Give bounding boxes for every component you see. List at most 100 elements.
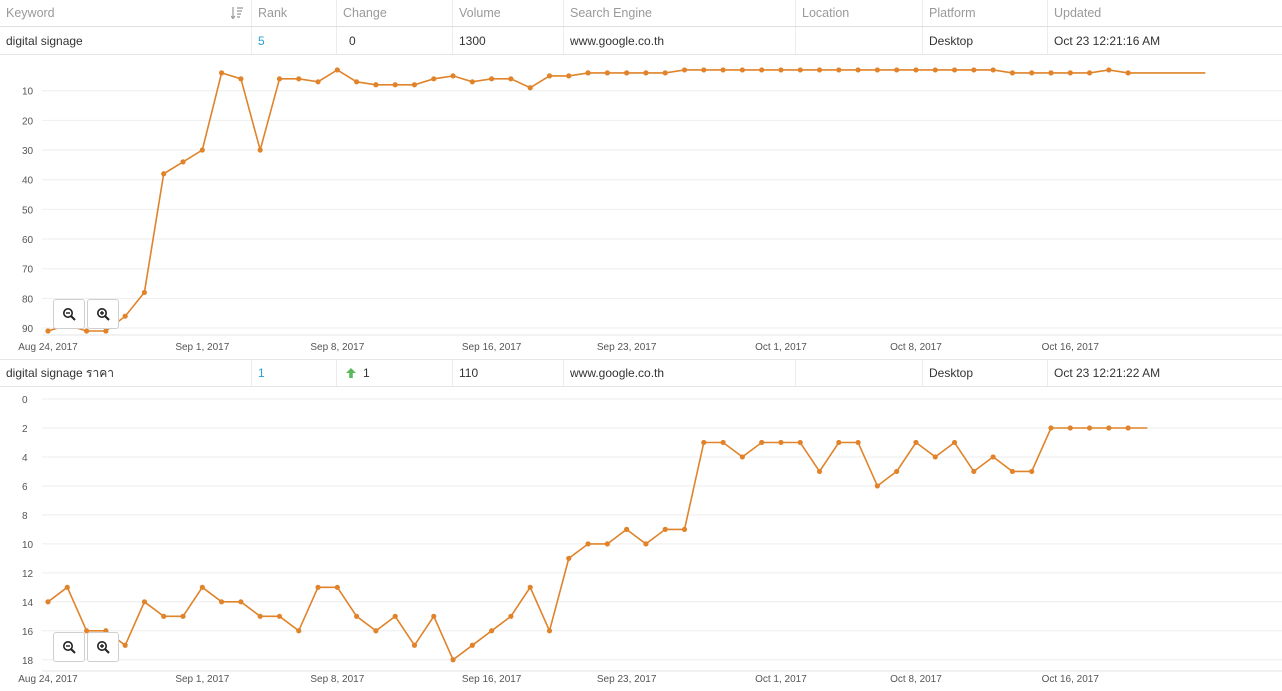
data-point[interactable] <box>1086 70 1093 76</box>
data-point[interactable] <box>932 67 938 73</box>
data-point[interactable] <box>141 599 148 605</box>
header-volume[interactable]: Volume <box>453 0 564 26</box>
data-point[interactable] <box>1086 425 1093 431</box>
data-point[interactable] <box>1029 70 1035 76</box>
data-point[interactable] <box>720 67 726 73</box>
data-point[interactable] <box>701 439 707 446</box>
data-point[interactable] <box>276 613 283 619</box>
data-point[interactable] <box>45 328 51 334</box>
rank-link[interactable]: 5 <box>258 34 265 48</box>
data-point[interactable] <box>1067 425 1073 431</box>
sort-descending-icon[interactable] <box>231 6 243 20</box>
data-point[interactable] <box>238 599 244 605</box>
zoom-out-button[interactable] <box>53 299 85 329</box>
data-point[interactable] <box>585 70 591 76</box>
data-point[interactable] <box>489 76 495 82</box>
data-point[interactable] <box>469 642 475 648</box>
data-point[interactable] <box>624 526 630 532</box>
data-point[interactable] <box>1125 70 1131 76</box>
rank-history-chart[interactable]: 10 20 30 40 50 60 70 80 90 Aug 24, 2017 Sep 1, 201… <box>0 56 1282 358</box>
data-point[interactable] <box>411 642 418 648</box>
data-point[interactable] <box>450 73 456 79</box>
data-point[interactable] <box>913 439 919 446</box>
data-point[interactable] <box>624 70 630 76</box>
data-point[interactable] <box>218 70 225 76</box>
data-point[interactable] <box>643 70 649 76</box>
data-point[interactable] <box>971 67 977 73</box>
data-point[interactable] <box>373 82 379 88</box>
data-point[interactable] <box>315 584 321 590</box>
data-point[interactable] <box>913 67 919 73</box>
data-point[interactable] <box>296 76 302 82</box>
data-point[interactable] <box>334 67 340 73</box>
data-point[interactable] <box>238 76 244 82</box>
data-point[interactable] <box>489 628 495 634</box>
data-point[interactable] <box>276 76 283 82</box>
data-point[interactable] <box>354 613 360 619</box>
data-point[interactable] <box>1048 425 1054 431</box>
rank-link[interactable]: 1 <box>258 366 265 380</box>
header-rank[interactable]: Rank <box>252 0 337 26</box>
data-point[interactable] <box>527 85 533 91</box>
data-point[interactable] <box>951 67 958 73</box>
data-point[interactable] <box>122 313 128 319</box>
table-row[interactable]: digital signage 5 0 1300 www.google.co.t… <box>0 27 1282 55</box>
data-point[interactable] <box>894 468 900 475</box>
data-point[interactable] <box>701 67 707 73</box>
data-point[interactable] <box>662 526 668 532</box>
data-point[interactable] <box>469 79 475 85</box>
data-point[interactable] <box>64 584 70 590</box>
data-point[interactable] <box>199 584 205 590</box>
data-point[interactable] <box>1048 70 1054 76</box>
data-point[interactable] <box>816 67 823 73</box>
data-point[interactable] <box>122 642 128 648</box>
header-platform[interactable]: Platform <box>923 0 1048 26</box>
data-point[interactable] <box>894 67 900 73</box>
data-point[interactable] <box>83 328 90 334</box>
data-point[interactable] <box>431 76 437 82</box>
data-point[interactable] <box>546 628 553 634</box>
data-point[interactable] <box>836 439 842 446</box>
data-point[interactable] <box>1009 70 1016 76</box>
data-point[interactable] <box>855 67 861 73</box>
data-point[interactable] <box>836 67 842 73</box>
data-point[interactable] <box>604 541 610 547</box>
data-point[interactable] <box>932 454 938 460</box>
data-point[interactable] <box>855 439 861 446</box>
data-point[interactable] <box>315 79 321 85</box>
data-point[interactable] <box>141 289 148 296</box>
data-point[interactable] <box>990 67 996 73</box>
data-point[interactable] <box>296 628 302 634</box>
data-point[interactable] <box>759 439 765 446</box>
header-location[interactable]: Location <box>796 0 923 26</box>
data-point[interactable] <box>874 67 880 73</box>
data-point[interactable] <box>874 483 880 489</box>
data-point[interactable] <box>257 613 263 619</box>
data-point[interactable] <box>816 468 823 475</box>
data-point[interactable] <box>1106 67 1112 73</box>
data-point[interactable] <box>103 328 109 334</box>
data-point[interactable] <box>354 79 360 85</box>
header-keyword[interactable]: Keyword <box>0 0 252 26</box>
data-point[interactable] <box>218 599 225 605</box>
data-point[interactable] <box>411 82 418 88</box>
data-point[interactable] <box>527 584 533 590</box>
data-point[interactable] <box>392 613 398 619</box>
data-point[interactable] <box>643 541 649 547</box>
data-point[interactable] <box>1125 425 1131 431</box>
data-point[interactable] <box>566 73 572 79</box>
zoom-out-button[interactable] <box>53 632 85 662</box>
data-point[interactable] <box>1067 70 1073 76</box>
data-point[interactable] <box>1029 468 1035 475</box>
header-updated[interactable]: Updated <box>1048 0 1282 26</box>
table-row[interactable]: digital signage ราคา 1 1 110 www.google.… <box>0 359 1282 387</box>
data-point[interactable] <box>392 82 398 88</box>
data-point[interactable] <box>681 526 688 532</box>
rank-history-chart[interactable]: 0 2 4 6 8 10 12 14 16 18 Aug 24, 2017 Sep 1, 2017 Se… <box>0 388 1282 691</box>
data-point[interactable] <box>1009 468 1016 475</box>
data-point[interactable] <box>739 454 745 460</box>
data-point[interactable] <box>180 613 186 619</box>
data-point[interactable] <box>662 70 668 76</box>
data-point[interactable] <box>1106 425 1112 431</box>
data-point[interactable] <box>951 439 958 446</box>
